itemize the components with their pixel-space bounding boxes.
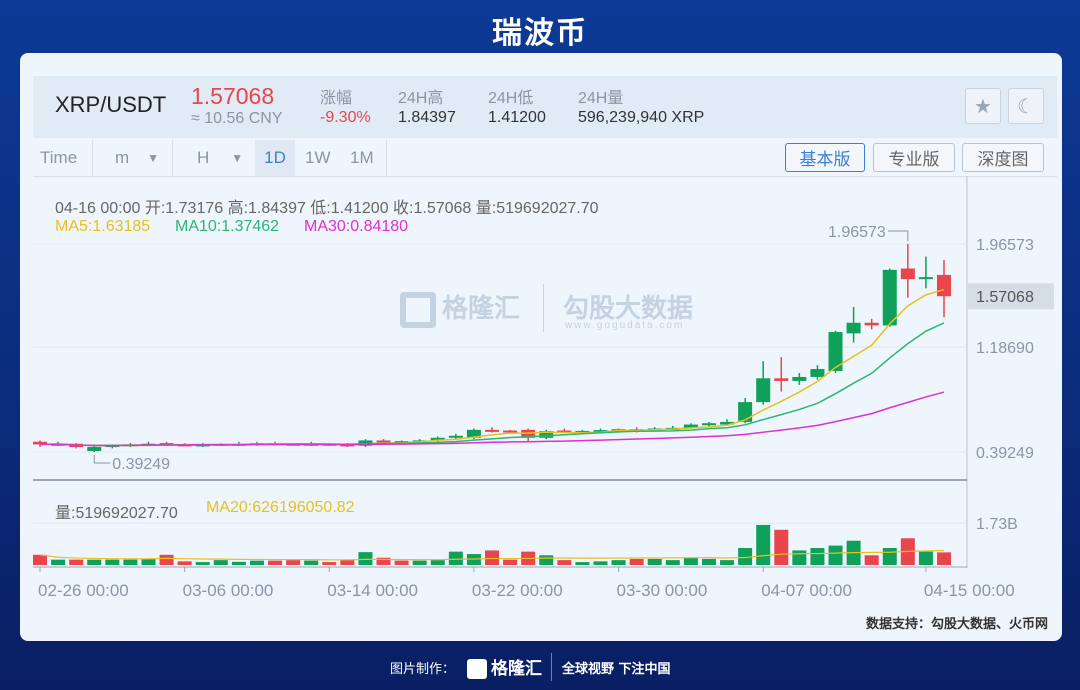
- volume-bar: [286, 560, 301, 565]
- volume-bar: [159, 554, 174, 565]
- x-tick-label: 04-15 00:00: [924, 581, 1015, 600]
- x-tick-label: 04-07 00:00: [761, 581, 852, 600]
- volume-bar: [33, 554, 47, 565]
- volume-bar: [792, 550, 807, 565]
- y-tick-label: 1.96573: [976, 237, 1034, 254]
- y-tick-label: 1.18690: [976, 340, 1034, 357]
- volume-bar: [539, 555, 554, 565]
- volume-bar: [195, 562, 210, 565]
- x-tick-label: 03-06 00:00: [183, 581, 274, 600]
- volume-bar: [503, 559, 518, 565]
- volume-bar: [430, 560, 445, 565]
- volume-bar: [485, 550, 499, 565]
- volume-bar: [629, 558, 644, 565]
- volume-bar: [647, 558, 662, 565]
- volume-bar: [918, 551, 933, 565]
- volume-bar: [720, 560, 735, 565]
- volume-bar: [828, 545, 843, 565]
- volume-bar: [683, 557, 698, 565]
- candle-body: [774, 378, 789, 381]
- volume-bar: [611, 560, 626, 565]
- volume-bar: [882, 548, 897, 565]
- volume-bar: [394, 560, 409, 565]
- volume-bar: [69, 559, 84, 565]
- volume-bar: [937, 552, 951, 565]
- candle-body: [756, 378, 771, 403]
- volume-bar: [304, 560, 319, 565]
- candle-body: [87, 447, 102, 452]
- x-tick-label: 02-26 00:00: [38, 581, 129, 600]
- volume-bar: [774, 529, 789, 565]
- volume-bar: [557, 560, 572, 565]
- volume-bar: [141, 558, 156, 565]
- candle-body: [792, 376, 807, 381]
- candle-body: [882, 269, 897, 326]
- candle-body: [900, 268, 915, 280]
- volume-bar: [358, 552, 373, 565]
- volume-bar: [213, 560, 228, 565]
- candle-body: [701, 423, 716, 426]
- volume-bar: [249, 560, 264, 565]
- volume-bar: [701, 558, 716, 565]
- candlestick-chart[interactable]: 1.96573 1.18690 0.39249 1.73B 1.57068 1.96573…: [0, 0, 1080, 690]
- min-label: 0.39249: [112, 456, 170, 473]
- candle-body: [503, 430, 518, 433]
- candle-body: [864, 322, 879, 326]
- volume-bar: [87, 559, 102, 565]
- candle-body: [738, 402, 753, 422]
- ma5-line: [39, 288, 945, 447]
- footer-logo: 格隆汇: [467, 654, 542, 679]
- volume-bar: [177, 561, 192, 565]
- volume-bar: [575, 562, 590, 565]
- current-price-label: 1.57068: [976, 289, 1034, 306]
- candle-body: [937, 274, 951, 297]
- volume-bar: [322, 562, 337, 565]
- made-by-label: 图片制作：: [390, 662, 456, 677]
- volume-bar: [810, 548, 825, 565]
- footer-slogan: 全球视野 下注中国: [562, 662, 671, 677]
- volume-bar: [123, 559, 138, 565]
- candle-body: [448, 435, 463, 438]
- x-tick-label: 03-14 00:00: [327, 581, 418, 600]
- volume-bar: [864, 555, 879, 565]
- candle-body: [846, 322, 861, 334]
- candle-body: [918, 277, 933, 280]
- vol-tick-label: 1.73B: [976, 516, 1018, 533]
- min-marker: [93, 455, 111, 464]
- candle-body: [376, 440, 391, 443]
- candle-body: [485, 429, 499, 432]
- candle-body: [810, 369, 825, 377]
- y-tick-label: 0.39249: [976, 445, 1034, 462]
- volume-bar: [756, 524, 771, 565]
- volume-bar: [448, 551, 463, 565]
- volume-bar: [593, 561, 608, 565]
- volume-bar: [268, 560, 283, 565]
- ma30-line: [39, 391, 945, 447]
- max-label: 1.96573: [828, 224, 886, 241]
- volume-bar: [105, 559, 120, 565]
- x-tick-label: 03-30 00:00: [617, 581, 708, 600]
- volume-bar: [340, 560, 355, 565]
- volume-bar: [231, 561, 246, 565]
- volume-bar: [412, 560, 427, 565]
- volume-bar: [51, 559, 66, 565]
- max-marker: [887, 230, 909, 241]
- data-source: 数据支持：勾股大数据、火币网: [865, 617, 1048, 632]
- x-tick-label: 03-22 00:00: [472, 581, 563, 600]
- volume-bar: [665, 560, 680, 565]
